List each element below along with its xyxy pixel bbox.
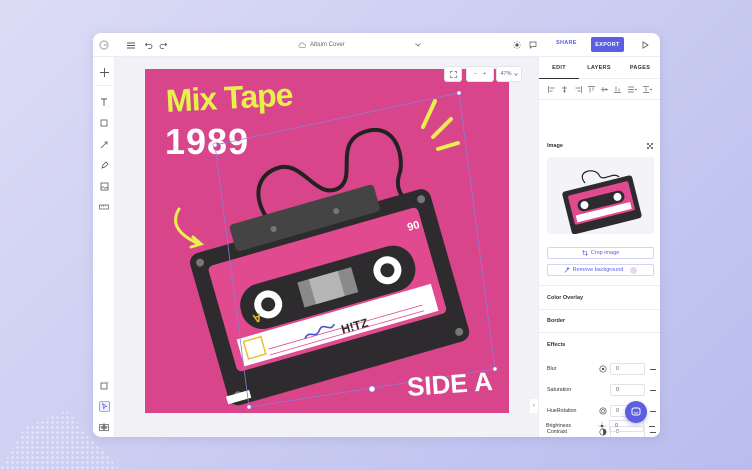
- blur-input[interactable]: 0: [610, 363, 645, 375]
- zoom-level-select[interactable]: 47%: [497, 67, 521, 81]
- redo-icon[interactable]: [157, 33, 169, 57]
- blur-reset-icon[interactable]: [650, 368, 656, 370]
- magic-wand-icon: [563, 267, 570, 273]
- document-title-text: Album Cover: [310, 42, 345, 48]
- align-middle-icon[interactable]: [601, 86, 609, 93]
- blur-icon[interactable]: [599, 365, 607, 373]
- select-cursor-icon[interactable]: [93, 399, 115, 413]
- crop-image-label: Crop image: [590, 250, 620, 256]
- tab-layers[interactable]: LAYERS: [579, 57, 619, 79]
- align-left-icon[interactable]: [548, 85, 555, 93]
- panel-divider: [539, 99, 660, 100]
- line-tool-icon[interactable]: [93, 137, 115, 151]
- effect-label: Blur: [547, 366, 557, 372]
- editor-window: Album Cover SHARE EXPORT Mix Tape 1989 A…: [93, 33, 660, 437]
- tab-edit[interactable]: EDIT: [539, 57, 579, 79]
- align-center-icon[interactable]: [561, 85, 568, 93]
- hue-icon[interactable]: [599, 407, 607, 415]
- image-section-title: Image: [547, 143, 563, 149]
- saturation-input[interactable]: 0: [610, 384, 645, 396]
- text-tool-icon[interactable]: [93, 95, 115, 109]
- image-thumbnail[interactable]: [547, 157, 654, 234]
- crop-icon: [581, 250, 588, 256]
- remove-background-label: Remove background: [572, 267, 624, 273]
- properties-panel: EDIT LAYERS PAGES Image Crop image Remov…: [538, 57, 660, 437]
- effect-label: HueRotation: [547, 408, 577, 414]
- zoom-out-icon[interactable]: −: [474, 71, 477, 77]
- menu-icon[interactable]: [125, 33, 137, 57]
- color-overlay-title[interactable]: Color Overlay: [547, 295, 583, 301]
- panel-divider: [539, 285, 660, 286]
- export-button[interactable]: EXPORT: [591, 37, 624, 52]
- ruler-tool-icon[interactable]: [93, 200, 115, 214]
- effect-label: Saturation: [547, 387, 572, 393]
- cloud-icon: [298, 42, 306, 48]
- align-bottom-icon[interactable]: [614, 86, 622, 93]
- comment-icon[interactable]: [527, 33, 539, 57]
- border-title[interactable]: Border: [547, 318, 565, 324]
- chevron-down-icon[interactable]: [413, 33, 423, 57]
- zoom-stepper[interactable]: − +: [467, 67, 493, 81]
- document-title[interactable]: Album Cover: [298, 33, 345, 57]
- chat-support-button[interactable]: [625, 401, 647, 423]
- brightness-reset-icon[interactable]: [649, 425, 655, 427]
- panel-divider: [539, 332, 660, 333]
- brightness-icon[interactable]: [598, 422, 606, 430]
- artboard[interactable]: Mix Tape 1989 A 06 H!TZ SIDE A: [145, 69, 509, 413]
- panel-divider: [539, 309, 660, 310]
- panel-tabs: EDIT LAYERS PAGES: [539, 57, 660, 79]
- toolbar-divider: [97, 85, 111, 86]
- fit-screen-icon[interactable]: [445, 67, 461, 81]
- left-toolbar: [93, 57, 115, 437]
- effect-row-saturation: Saturation 0: [547, 384, 657, 396]
- align-top-icon[interactable]: [587, 85, 595, 93]
- zoom-in-icon[interactable]: +: [483, 71, 486, 77]
- help-icon[interactable]: [99, 419, 109, 432]
- frame-icon[interactable]: [93, 378, 115, 392]
- remove-background-button[interactable]: Remove background: [547, 264, 654, 276]
- alignment-toolbar: [539, 83, 660, 95]
- app-logo-icon[interactable]: [97, 33, 111, 57]
- add-icon[interactable]: [93, 65, 115, 79]
- hue-reset-icon[interactable]: [650, 410, 656, 412]
- collapse-panel-icon[interactable]: ›: [530, 399, 538, 413]
- thumbnail-cassette: [562, 170, 642, 234]
- zoom-chevron-icon: [513, 72, 518, 76]
- saturation-reset-icon[interactable]: [650, 389, 656, 391]
- effects-title: Effects: [547, 342, 566, 348]
- effect-label: Brightness: [546, 423, 572, 429]
- crop-image-button[interactable]: Crop image: [547, 247, 654, 259]
- chat-icon: [631, 407, 641, 416]
- sun-icon[interactable]: [511, 33, 523, 57]
- pen-tool-icon[interactable]: [93, 158, 115, 172]
- side-a-text[interactable]: SIDE A: [406, 366, 494, 403]
- premium-badge-icon: [630, 266, 638, 274]
- align-right-icon[interactable]: [575, 85, 582, 93]
- top-bar: Album Cover SHARE EXPORT: [93, 33, 660, 57]
- play-icon[interactable]: [639, 33, 651, 57]
- rectangle-tool-icon[interactable]: [93, 116, 115, 130]
- effect-row-blur: Blur 0: [547, 363, 657, 375]
- spacing-icon[interactable]: [642, 85, 652, 93]
- effect-row-brightness: Brightness 0: [546, 420, 656, 435]
- undo-icon[interactable]: [143, 33, 155, 57]
- transparency-grid-icon[interactable]: [647, 143, 654, 150]
- tab-pages[interactable]: PAGES: [619, 57, 660, 79]
- canvas-area[interactable]: Mix Tape 1989 A 06 H!TZ SIDE A − + 47%: [115, 57, 538, 437]
- distribute-icon[interactable]: [627, 86, 637, 93]
- share-button[interactable]: SHARE: [556, 40, 577, 46]
- zoom-level-value: 47%: [500, 71, 512, 77]
- cassette-illustration[interactable]: [145, 69, 509, 413]
- image-tool-icon[interactable]: [93, 179, 115, 193]
